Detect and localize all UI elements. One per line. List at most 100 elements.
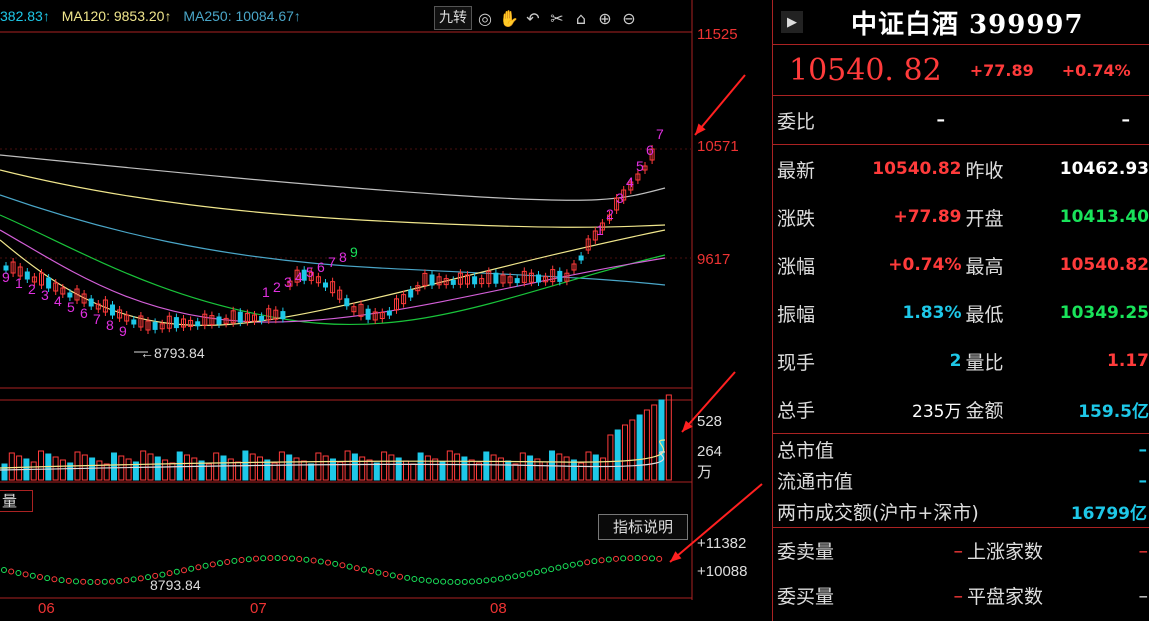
candle-body xyxy=(237,311,243,323)
td-count-label: 7 xyxy=(93,311,101,327)
candle-body xyxy=(195,321,201,327)
indicator-dot xyxy=(29,572,36,579)
indicator-dot xyxy=(260,555,267,562)
indicator-dot xyxy=(382,571,389,578)
volume-axis-high: 528 xyxy=(697,413,723,430)
chart-toolbar: 九转 ◎ ✋ ↶ ✂ ⌂ ⊕ ⊖ xyxy=(434,6,640,30)
volume-bar xyxy=(373,462,380,481)
indicator-dot xyxy=(519,571,526,578)
candle-body xyxy=(280,311,286,320)
volume-panel-tab[interactable]: 量 xyxy=(0,490,33,512)
hand-icon[interactable]: ✋ xyxy=(498,7,520,29)
price-change-pct: +0.74% xyxy=(1061,60,1131,80)
pin-icon[interactable]: ▶ xyxy=(781,11,803,33)
kline-chart-area[interactable]: ←8793.84 9 1 2 3 4 5 6 7 8 9 1 2 3 4 5 6 7 8 9 1 2 3 4 5 6 7 8793.8… xyxy=(0,0,772,621)
volume-axis-unit: 万 xyxy=(697,464,713,481)
undo-icon[interactable]: ↶ xyxy=(522,7,544,29)
indicator-dot xyxy=(483,577,490,584)
indicator-dot xyxy=(591,558,598,565)
indicator-dot xyxy=(267,555,274,562)
order-row: 委买量 – 平盘家数 – xyxy=(773,573,1149,618)
candle-body xyxy=(557,270,563,282)
market-value-row: 流通市值 – xyxy=(773,465,1149,496)
candle-body xyxy=(67,292,73,298)
indicator-dot xyxy=(562,563,569,570)
latest-value: 10540.82 xyxy=(872,159,962,179)
volume-bar xyxy=(410,463,417,481)
quote-row-label: 涨跌 xyxy=(777,207,816,230)
td-count-label: 3 xyxy=(616,190,624,206)
indicator-dot xyxy=(505,574,511,581)
indicator-dot xyxy=(418,576,425,583)
indicator-explain-button[interactable]: 指标说明 xyxy=(598,514,688,540)
indicator-dot xyxy=(253,555,259,562)
low-marker-label: ←8793.84 xyxy=(140,345,205,361)
indicator-dot xyxy=(440,578,447,585)
float-mv-value: – xyxy=(1138,470,1148,491)
zoom-in-icon[interactable]: ⊕ xyxy=(594,7,616,29)
jiuzhuan-button[interactable]: 九转 xyxy=(434,6,472,30)
volume-bar xyxy=(505,460,512,481)
advancers-label: 上涨家数 xyxy=(967,541,1044,563)
volume-bar xyxy=(96,460,103,481)
indicator-dot xyxy=(605,556,612,563)
volume-bar xyxy=(89,457,96,481)
indicator-dot xyxy=(461,578,468,585)
indicator-dot xyxy=(404,574,411,581)
volume-bar xyxy=(468,459,475,481)
quote-row-label: 涨幅 xyxy=(777,255,816,278)
volume-bar xyxy=(622,424,628,481)
indicator-dot xyxy=(80,578,87,585)
td-count-label: 6 xyxy=(646,142,654,158)
volume-bar xyxy=(300,460,307,481)
indicator-axis-high: +11382 xyxy=(697,535,747,552)
quote-row-label: 最低 xyxy=(965,303,1004,326)
volume-bar xyxy=(249,453,256,481)
volume-bar xyxy=(454,453,461,481)
indicator-dot xyxy=(123,577,130,584)
td-count-label: 5 xyxy=(67,299,75,315)
candle-body xyxy=(216,316,222,325)
volume-bar xyxy=(125,458,132,481)
indicator-dot xyxy=(116,577,123,584)
td-count-label: 2 xyxy=(28,281,36,297)
volume-bar xyxy=(81,454,88,481)
volume-bar xyxy=(388,454,395,481)
eye-icon[interactable]: ◎ xyxy=(474,7,496,29)
indicator-dot xyxy=(641,555,648,562)
indicator-dot xyxy=(425,577,432,584)
candle-body xyxy=(536,274,541,283)
indicator-dot xyxy=(181,567,187,574)
indicator-dot xyxy=(490,576,497,583)
volume-bar xyxy=(264,459,271,481)
volume-bar xyxy=(111,452,117,481)
indicator-dot xyxy=(101,578,108,585)
td-count-label: 3 xyxy=(41,287,49,303)
indicator-dot xyxy=(577,560,583,567)
turnover-value: 16799亿 xyxy=(1070,504,1147,524)
quote-row: 涨跌 +77.89 开盘 10413.40 xyxy=(773,193,1149,241)
quote-row-label: 开盘 xyxy=(965,207,1004,230)
volume-bar xyxy=(308,463,315,481)
volume-bar xyxy=(184,454,190,481)
volume-bar xyxy=(381,451,388,481)
volume-bar xyxy=(140,450,147,481)
float-mv-label: 流通市值 xyxy=(777,471,854,493)
scissors-icon[interactable]: ✂ xyxy=(546,7,568,29)
td-count-label: 9 xyxy=(350,244,358,260)
volume-bar xyxy=(220,455,227,481)
unchanged-label: 平盘家数 xyxy=(967,586,1044,608)
ma250-value: MA250: 10084.67↑ xyxy=(183,8,301,24)
zoom-out-icon[interactable]: ⊖ xyxy=(618,7,640,29)
volume-bar xyxy=(490,454,497,481)
indicator-dot xyxy=(166,570,173,577)
volume-bar xyxy=(446,450,453,481)
volume-bar xyxy=(176,451,183,481)
home-icon[interactable]: ⌂ xyxy=(570,7,592,29)
indicator-dot xyxy=(22,571,29,578)
indicator-dot xyxy=(310,557,317,564)
td-count-label: 2 xyxy=(606,206,614,222)
candle-body xyxy=(472,276,478,285)
td-count-label: 7 xyxy=(656,126,664,142)
high-value: 10540.82 xyxy=(1059,255,1149,275)
